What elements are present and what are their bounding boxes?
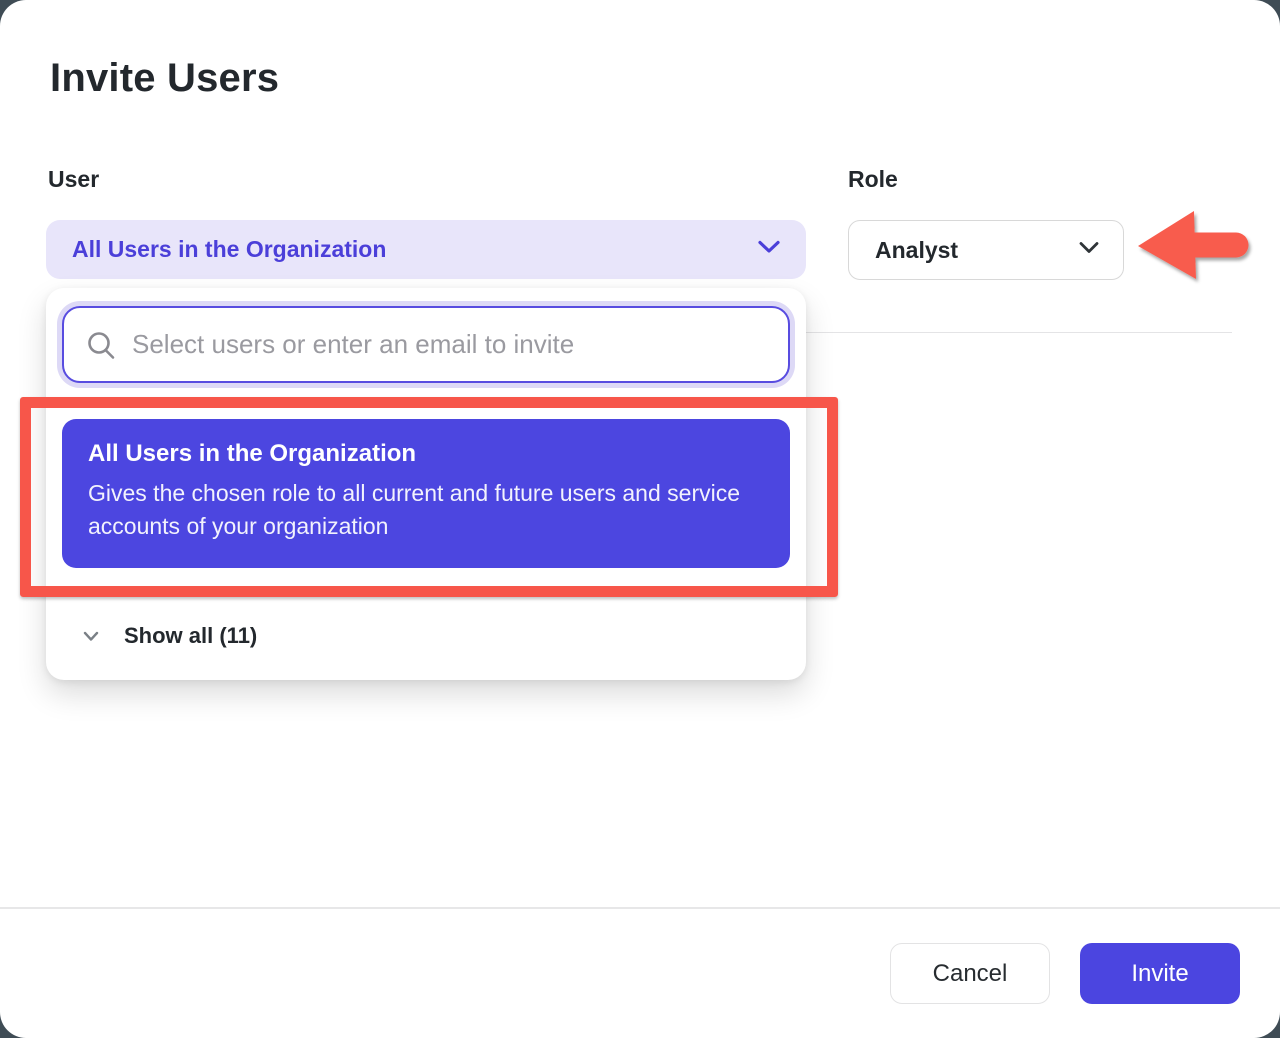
chevron-down-icon [758, 240, 780, 259]
role-select[interactable]: Analyst [848, 220, 1124, 280]
role-field-label: Role [848, 166, 898, 193]
option-title: All Users in the Organization [88, 440, 764, 468]
role-select-value: Analyst [875, 237, 1079, 264]
user-select-value: All Users in the Organization [72, 236, 758, 263]
search-icon [86, 330, 116, 360]
invite-button[interactable]: Invite [1080, 943, 1240, 1004]
user-dropdown-panel: All Users in the Organization Gives the … [46, 288, 806, 680]
chevron-down-icon [83, 631, 99, 642]
user-select[interactable]: All Users in the Organization [46, 220, 806, 279]
search-box [62, 306, 790, 383]
footer-divider [0, 907, 1280, 909]
invite-users-modal: Invite Users User Role All Users in the … [0, 0, 1280, 1038]
user-field-label: User [48, 166, 99, 193]
show-all-toggle[interactable]: Show all (11) [46, 616, 806, 656]
search-input[interactable] [132, 329, 768, 360]
red-arrow-left-icon [1136, 200, 1256, 292]
show-all-label: Show all (11) [124, 623, 257, 649]
option-description: Gives the chosen role to all current and… [88, 477, 764, 543]
page-title: Invite Users [50, 56, 279, 101]
chevron-down-icon [1079, 241, 1099, 259]
cancel-button[interactable]: Cancel [890, 943, 1050, 1004]
option-all-users[interactable]: All Users in the Organization Gives the … [62, 419, 790, 568]
